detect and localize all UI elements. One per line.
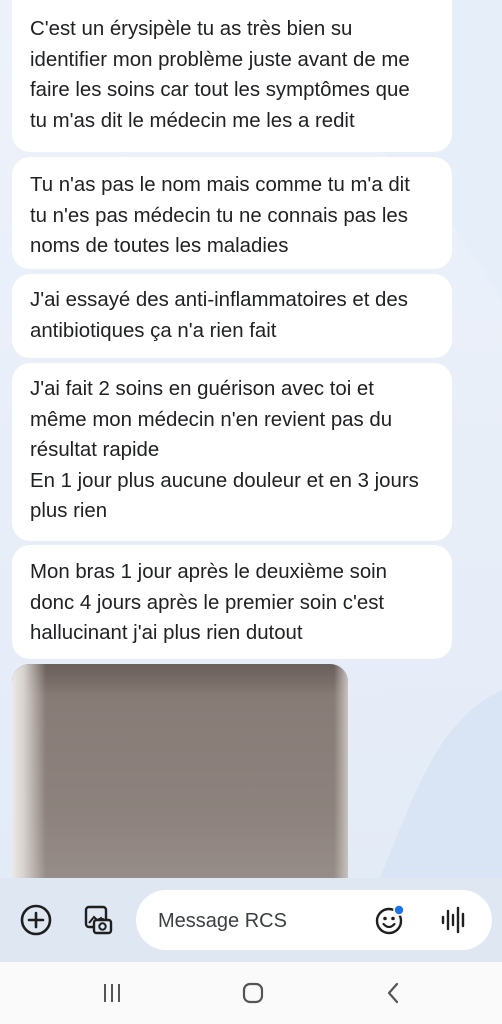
gallery-icon[interactable]: [80, 902, 116, 938]
system-navigation-bar: [0, 962, 502, 1024]
message-text: J'ai fait 2 soins en guérison avec toi e…: [30, 378, 419, 522]
message-bubble[interactable]: Tu n'as pas le nom mais comme tu m'a dit…: [12, 157, 452, 269]
message-input-container[interactable]: [136, 890, 492, 950]
conversation-area[interactable]: C'est un érysipèle tu as très bien su id…: [0, 0, 502, 878]
voice-wave-icon[interactable]: [436, 902, 472, 938]
message-bubble[interactable]: J'ai essayé des anti-inflammatoires et d…: [12, 274, 452, 358]
message-input[interactable]: [156, 903, 370, 939]
message-bubble[interactable]: C'est un érysipèle tu as très bien su id…: [12, 0, 452, 152]
add-circle-icon[interactable]: [18, 902, 54, 938]
recents-icon[interactable]: [92, 978, 132, 1008]
message-bubble[interactable]: J'ai fait 2 soins en guérison avec toi e…: [12, 363, 452, 541]
message-bubble[interactable]: Mon bras 1 jour après le deuxième soin d…: [12, 545, 452, 659]
message-composer: [0, 878, 502, 962]
message-text: Tu n'as pas le nom mais comme tu m'a dit…: [30, 174, 410, 257]
photo-attachment[interactable]: [12, 664, 348, 878]
message-text: Mon bras 1 jour après le deuxième soin d…: [30, 561, 388, 644]
home-icon[interactable]: [233, 978, 273, 1008]
message-text: J'ai essayé des anti-inflammatoires et d…: [30, 289, 408, 342]
emoji-icon[interactable]: [372, 902, 408, 938]
back-icon[interactable]: [374, 978, 414, 1008]
message-text: C'est un érysipèle tu as très bien su id…: [30, 18, 410, 132]
